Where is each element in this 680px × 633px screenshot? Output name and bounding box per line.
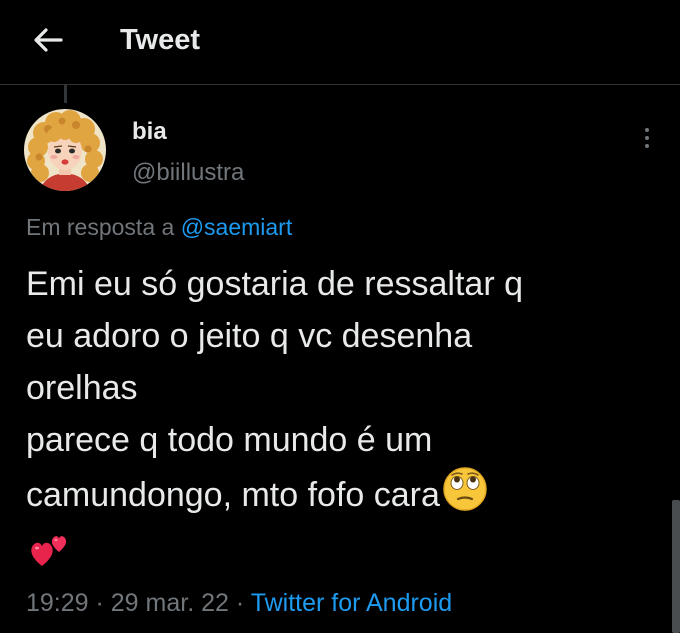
meta-separator: · — [88, 589, 111, 617]
arrow-left-icon — [34, 28, 63, 52]
eye-roll-emoji — [442, 466, 488, 527]
thread-connector-line — [64, 85, 67, 103]
tweet-source-link[interactable]: Twitter for Android — [251, 589, 452, 617]
author-display-name[interactable]: bia — [132, 118, 167, 146]
tweet-metadata: 19:29 · 29 mar. 22 · Twitter for Android — [26, 587, 452, 619]
meta-separator: · — [228, 589, 251, 617]
scrollbar-thumb[interactable] — [672, 500, 680, 633]
reply-prefix: Em resposta a — [26, 214, 181, 240]
more-options-button[interactable] — [636, 124, 658, 152]
tweet-time: 19:29 — [26, 589, 89, 617]
back-button[interactable] — [28, 22, 68, 58]
avatar-illustration — [24, 109, 106, 191]
two-hearts-emoji — [28, 530, 72, 585]
reply-mention-link[interactable]: @saemiart — [181, 214, 293, 240]
tweet-body: Emi eu só gostaria de ressaltar q eu ado… — [26, 258, 666, 585]
top-app-bar: Tweet — [0, 0, 680, 85]
page-title: Tweet — [120, 24, 201, 56]
tweet-date: 29 mar. 22 — [110, 589, 229, 617]
more-dots-icon — [645, 136, 649, 140]
author-handle[interactable]: @biillustra — [132, 158, 244, 188]
more-dots-icon — [645, 144, 649, 148]
avatar[interactable] — [24, 109, 106, 191]
more-dots-icon — [645, 128, 649, 132]
reply-context: Em resposta a @saemiart — [26, 212, 292, 242]
